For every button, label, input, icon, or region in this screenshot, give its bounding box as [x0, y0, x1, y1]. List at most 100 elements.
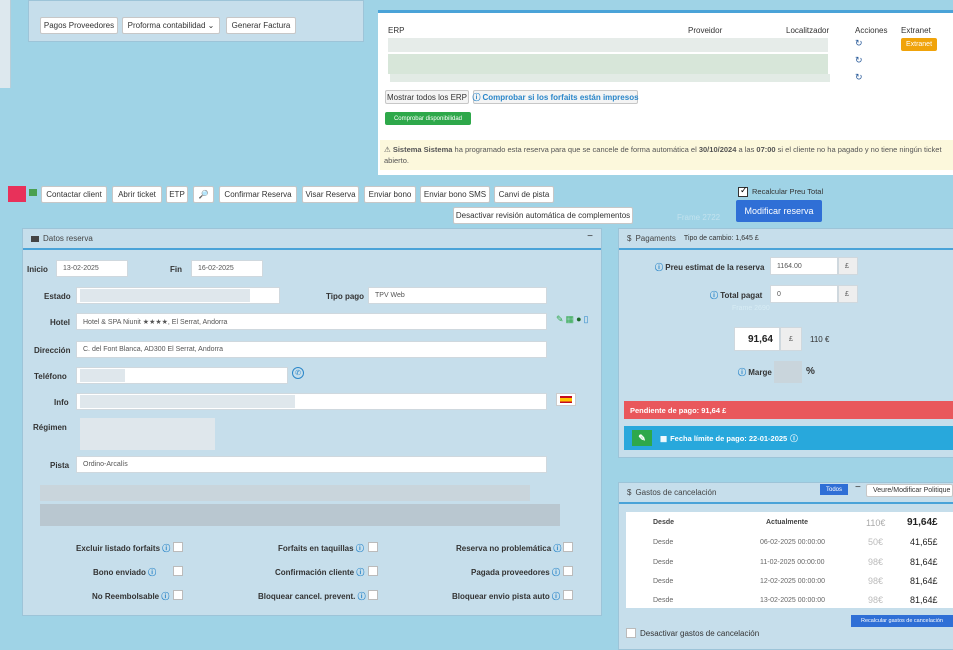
table-row-eur: 98€ [868, 595, 884, 605]
search-icon[interactable]: 🔎 [193, 186, 214, 203]
table-row-eur: 98€ [868, 576, 884, 586]
generar-factura-button[interactable]: Generar Factura [226, 17, 296, 34]
modificar-reserva-button[interactable]: Modificar reserva [736, 200, 822, 222]
gastos-header-gbp: 91,64£ [907, 517, 938, 528]
canvi-de-pista-button[interactable]: Canvi de pista [494, 186, 554, 203]
document-icon[interactable]: ▯ [584, 314, 589, 324]
fecha-limite-bar: ✎ ▦ Fecha límite de pago: 22-01-2025 ⓘ [624, 426, 953, 450]
reserva-no-problematica-checkbox[interactable] [563, 542, 573, 552]
refresh-icon[interactable]: ↻ [855, 72, 863, 83]
briefcase-icon [31, 235, 39, 242]
erp-blurred-row [390, 74, 830, 82]
collapse-icon[interactable]: − [855, 482, 861, 493]
chat-icon[interactable]: ● [576, 314, 581, 324]
bloquear-envio-pista-checkbox[interactable] [563, 590, 573, 600]
info-label: Info [54, 398, 69, 407]
hotel-input[interactable]: Hotel & SPA Niunit ★★★★, El Serrat, Ando… [76, 313, 547, 330]
total-pagat-label: ⓘ Total pagat [710, 291, 763, 300]
marge-blurred-value [774, 361, 802, 383]
pagos-proveedores-button[interactable]: Pagos Proveedores [40, 17, 118, 34]
desactivar-revision-button[interactable]: Desactivar revisión automática de comple… [453, 207, 633, 224]
info-icon: ⓘ [552, 592, 561, 601]
excluir-forfaits-checkbox[interactable] [173, 542, 183, 552]
table-row-date: 12-02-2025 00:00:00 [760, 578, 825, 585]
hotel-label: Hotel [50, 318, 70, 327]
pista-input[interactable]: Ordino-Arcalís [76, 456, 547, 473]
table-row-eur: 98€ [868, 557, 884, 567]
proforma-contabilidad-dropdown[interactable]: Proforma contabilidad ⌄ [122, 17, 220, 34]
pagaments-title: Pagaments [635, 234, 676, 243]
info-icon: ⓘ [738, 368, 746, 377]
telefono-blurred-value [80, 369, 125, 382]
desactivar-gastos-checkbox[interactable] [626, 628, 636, 638]
inicio-label: Inicio [27, 265, 48, 274]
bono-enviado-checkbox[interactable] [173, 566, 183, 576]
warning-text-1: ha programado esta reserva para que se c… [452, 145, 699, 154]
info-icon: ⓘ [551, 568, 560, 577]
table-row: Desde [653, 578, 674, 585]
no-reembolsable-checkbox[interactable] [173, 590, 183, 600]
refresh-icon[interactable]: ↻ [855, 55, 863, 66]
inicio-input[interactable]: 13-02-2025 [56, 260, 128, 277]
comprobar-forfaits-button[interactable]: ⓘ Comprobar si los forfaits están impreso… [472, 90, 639, 104]
contactar-client-button[interactable]: Contactar client [41, 186, 107, 203]
info-icon: ⓘ [355, 544, 364, 553]
fin-input[interactable]: 16-02-2025 [191, 260, 263, 277]
gastos-header-actualmente: Actualmente [766, 519, 809, 526]
veure-modificar-politique-button[interactable]: Veure/Modificar Politique [866, 484, 953, 497]
tipo-cambio: Tipo de cambio: 1,645 £ [683, 235, 759, 242]
calendar-icon: ▦ [660, 433, 668, 443]
erp-blurred-row [388, 38, 828, 52]
mostrar-todos-erp-button[interactable]: Mostrar todos los ERP [385, 90, 469, 104]
confirmar-reserva-button[interactable]: Confirmar Reserva [219, 186, 297, 203]
comprobar-disponibilidad-button[interactable]: Comprobar disponibilidad [385, 112, 471, 125]
fin-label: Fin [170, 265, 182, 274]
erp-header-proveidor: Proveidor [688, 26, 723, 35]
regimen-blurred-value [80, 418, 215, 450]
table-row: Desde [653, 559, 674, 566]
spain-flag-icon[interactable] [556, 393, 576, 406]
total-pagat-input[interactable]: 0 [770, 285, 838, 303]
calendar-icon[interactable]: ▦ [566, 314, 575, 324]
no-reembolsable-label: No Reembolsable ⓘ [92, 592, 170, 601]
forfaits-taquillas-checkbox[interactable] [368, 542, 378, 552]
recalcular-checkbox[interactable]: ✓ [738, 185, 748, 197]
info-icon: ⓘ [553, 544, 562, 553]
refresh-icon[interactable]: ↻ [855, 38, 863, 49]
confirmacion-cliente-label: Confirmación cliente ⓘ [275, 568, 365, 577]
edit-fecha-button[interactable]: ✎ [632, 430, 652, 446]
preu-estimat-input[interactable]: 1164.00 [770, 257, 838, 275]
enviar-bono-button[interactable]: Enviar bono [364, 186, 416, 203]
bloquear-cancel-checkbox[interactable] [368, 590, 378, 600]
amount-currency-addon: £ [780, 327, 802, 351]
pendiente-pago-bar: Pendiente de pago: 91,64 £ [624, 401, 953, 419]
blurred-content-block [40, 485, 530, 501]
preu-estimat-label: ⓘ Preu estimat de la reserva [655, 263, 765, 272]
enviar-bono-sms-button[interactable]: Enviar bono SMS [420, 186, 490, 203]
extranet-badge[interactable]: Extranet [901, 38, 937, 51]
erp-header-extranet: Extranet [901, 26, 931, 35]
pagada-proveedores-checkbox[interactable] [563, 566, 573, 576]
estado-label: Estado [44, 292, 71, 301]
collapse-icon[interactable]: − [587, 231, 593, 242]
recalcular-gastos-button[interactable]: Recalcular gastos de cancelación [851, 615, 953, 627]
table-row: Desde [653, 539, 674, 546]
hotel-edit-icons[interactable]: ✎ ▦ ● ▯ [556, 314, 588, 325]
red-marker [8, 186, 26, 202]
tipo-pago-select[interactable]: TPV Web [368, 287, 547, 304]
phone-icon[interactable]: ✆ [292, 367, 304, 379]
info-blurred-value [80, 395, 295, 408]
total-currency-addon: £ [838, 285, 858, 303]
bloquear-cancel-label: Bloquear cancel. prevent. ⓘ [258, 592, 366, 601]
visar-reserva-button[interactable]: Visar Reserva [302, 186, 359, 203]
etp-button[interactable]: ETP [166, 186, 188, 203]
todos-button[interactable]: Todos [820, 484, 848, 495]
table-row-date: 06-02-2025 00:00:00 [760, 539, 825, 546]
edit-icon[interactable]: ✎ [556, 314, 564, 324]
auto-cancel-warning: ⚠ Sistema Sistema ha programado esta res… [380, 140, 953, 170]
confirmacion-cliente-checkbox[interactable] [368, 566, 378, 576]
telefono-label: Teléfono [34, 372, 67, 381]
forfaits-taquillas-label: Forfaits en taquillas ⓘ [278, 544, 364, 553]
direccion-input[interactable]: C. del Font Blanca, AD300 El Serrat, And… [76, 341, 547, 358]
abrir-ticket-button[interactable]: Abrir ticket [112, 186, 162, 203]
